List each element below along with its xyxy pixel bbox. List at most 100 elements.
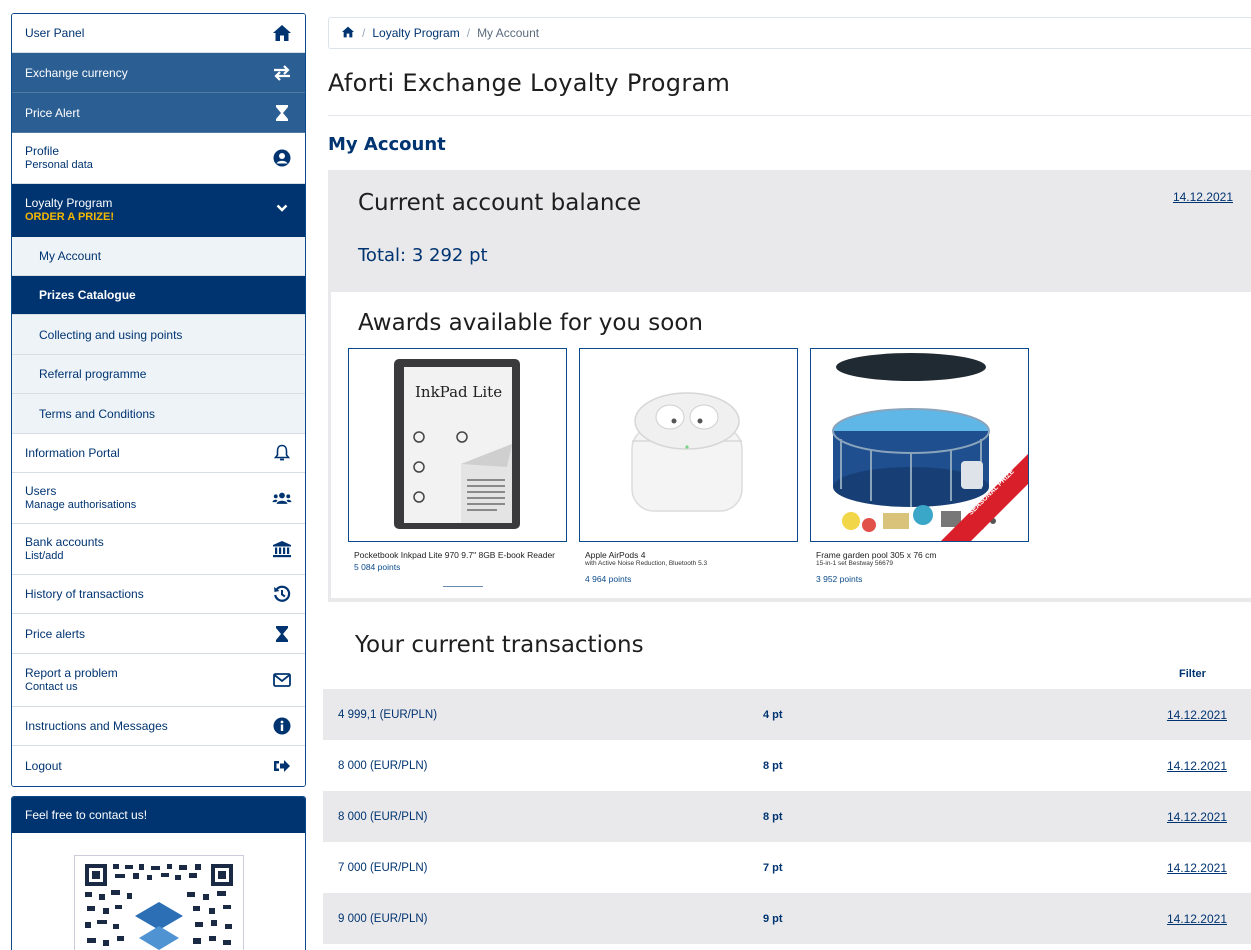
page-title: Aforti Exchange Loyalty Program bbox=[328, 69, 731, 97]
award-image-pool[interactable]: SEASONAL PRIZE bbox=[810, 348, 1029, 542]
award-description: 15-in-1 set Bestway 56679 bbox=[816, 560, 893, 567]
page: User Panel Exchange currency Price Alert… bbox=[0, 0, 1251, 950]
balance-panel: Current account balance 14.12.2021 Total… bbox=[328, 170, 1251, 292]
transactions-table: 4 999,1 (EUR/PLN) 4 pt 14.12.2021 8 000 … bbox=[323, 689, 1251, 944]
balance-title: Current account balance bbox=[358, 190, 642, 216]
transaction-amount: 8 000 (EUR/PLN) bbox=[338, 759, 428, 772]
sidebar-subitem-prizes-catalogue[interactable]: Prizes Catalogue bbox=[12, 276, 305, 315]
sidebar-item-label: Instructions and Messages bbox=[25, 719, 168, 733]
breadcrumb-current: My Account bbox=[477, 26, 540, 40]
table-row: 8 000 (EUR/PLN) 8 pt 14.12.2021 bbox=[323, 791, 1251, 842]
sidebar-item-label: Price Alert bbox=[25, 105, 80, 120]
contact-title: Feel free to contact us! bbox=[12, 797, 305, 833]
sidebar-item-price-alert[interactable]: Price Alert bbox=[12, 93, 305, 133]
sidebar-item-profile[interactable]: Profile Personal data bbox=[12, 133, 305, 184]
award-image-ebook[interactable]: InkPad Lite bbox=[348, 348, 567, 542]
section-title: My Account bbox=[328, 134, 446, 155]
transaction-amount: 7 000 (EUR/PLN) bbox=[338, 861, 428, 874]
history-icon bbox=[272, 584, 292, 604]
transaction-points: 9 pt bbox=[763, 912, 783, 925]
breadcrumb-loyalty-program[interactable]: Loyalty Program bbox=[372, 26, 459, 40]
sidebar-item-label: Collecting and using points bbox=[39, 327, 183, 342]
transaction-date-link[interactable]: 14.12.2021 bbox=[1167, 708, 1227, 722]
order-prize-label: ORDER A PRIZE! bbox=[25, 211, 115, 223]
transaction-points: 8 pt bbox=[763, 759, 783, 772]
transaction-date-link[interactable]: 14.12.2021 bbox=[1167, 810, 1227, 824]
home-icon[interactable] bbox=[341, 26, 355, 41]
users-icon bbox=[272, 488, 292, 508]
sidebar-subitem-collecting-points[interactable]: Collecting and using points bbox=[12, 315, 305, 355]
table-row: 4 999,1 (EUR/PLN) 4 pt 14.12.2021 bbox=[323, 689, 1251, 740]
chevron-down-icon bbox=[272, 198, 292, 218]
main-content: / Loyalty Program / My Account Aforti Ex… bbox=[328, 17, 1251, 155]
hourglass-icon bbox=[272, 624, 292, 644]
award-image-airpods[interactable] bbox=[579, 348, 798, 542]
sidebar-item-label: My Account bbox=[39, 249, 102, 263]
sidebar-item-logout[interactable]: Logout bbox=[12, 746, 305, 786]
user-circle-icon bbox=[272, 148, 292, 168]
balance-date-link[interactable]: 14.12.2021 bbox=[1173, 190, 1233, 204]
sidebar-item-bank-accounts[interactable]: Bank accounts List/add bbox=[12, 524, 305, 575]
sidebar-item-label: Information Portal bbox=[25, 446, 120, 460]
breadcrumb-separator: / bbox=[362, 26, 366, 40]
sidebar-item-history[interactable]: History of transactions bbox=[12, 575, 305, 614]
sidebar-item-label: Logout bbox=[25, 759, 62, 773]
sidebar-item-label: Referral programme bbox=[39, 367, 147, 381]
award-name: Frame garden pool 305 x 76 cm bbox=[816, 550, 937, 560]
bell-icon bbox=[272, 443, 292, 463]
sidebar-item-label: Report a problem bbox=[25, 666, 118, 680]
exchange-icon bbox=[272, 63, 292, 83]
envelope-icon bbox=[272, 670, 292, 690]
sidebar-item-information-portal[interactable]: Information Portal bbox=[12, 434, 305, 473]
breadcrumb-separator: / bbox=[466, 26, 471, 40]
award-description: with Active Noise Reduction, Bluetooth 5… bbox=[585, 560, 708, 567]
qr-code-image[interactable] bbox=[74, 855, 244, 950]
sidebar-item-label: Profile bbox=[25, 144, 60, 158]
transaction-points: 7 pt bbox=[763, 861, 783, 874]
balance-total: Total: 3 292 pt bbox=[358, 245, 488, 266]
sidebar-item-label: Price alerts bbox=[25, 626, 86, 641]
sidebar-item-sublabel: Manage authorisations bbox=[25, 499, 137, 511]
award-name: Pocketbook Inkpad Lite 970 9.7" 8GB E-bo… bbox=[354, 550, 556, 560]
sidebar-item-label: Exchange currency bbox=[25, 65, 128, 80]
table-row: 7 000 (EUR/PLN) 7 pt 14.12.2021 bbox=[323, 842, 1251, 893]
transaction-date-link[interactable]: 14.12.2021 bbox=[1167, 861, 1227, 875]
hourglass-icon bbox=[272, 103, 292, 123]
sidebar-item-label: Terms and Conditions bbox=[39, 406, 156, 421]
sidebar-subitem-terms[interactable]: Terms and Conditions bbox=[12, 394, 305, 434]
sidebar-item-sublabel: Contact us bbox=[25, 681, 78, 693]
transaction-amount: 9 000 (EUR/PLN) bbox=[338, 912, 428, 925]
transaction-points: 8 pt bbox=[763, 810, 783, 823]
sidebar-item-users[interactable]: Users Manage authorisations bbox=[12, 473, 305, 524]
award-points: 4 964 points bbox=[585, 574, 632, 584]
sidebar-item-instructions[interactable]: Instructions and Messages bbox=[12, 707, 305, 746]
award-name: Apple AirPods 4 bbox=[585, 550, 646, 560]
award-card-airpods[interactable]: Apple AirPods 4 with Active Noise Reduct… bbox=[579, 348, 798, 584]
award-image-text: InkPad Lite bbox=[415, 383, 503, 401]
sidebar-item-label: User Panel bbox=[25, 26, 85, 40]
contact-box: Feel free to contact us! bbox=[11, 796, 306, 950]
transaction-date-link[interactable]: 14.12.2021 bbox=[1167, 912, 1227, 926]
sidebar-subitem-my-account[interactable]: My Account bbox=[12, 237, 305, 276]
award-points: 3 952 points bbox=[816, 574, 863, 584]
award-card-pool[interactable]: SEASONAL PRIZE Frame garden pool 305 x 7… bbox=[810, 348, 1029, 584]
sidebar-item-sublabel: List/add bbox=[25, 550, 64, 562]
logout-icon bbox=[272, 756, 292, 776]
sidebar-item-price-alerts[interactable]: Price alerts bbox=[12, 614, 305, 654]
home-icon bbox=[272, 23, 292, 43]
sidebar-item-label: Prizes Catalogue bbox=[39, 288, 136, 302]
sidebar-item-sublabel: Personal data bbox=[25, 159, 93, 171]
breadcrumb: / Loyalty Program / My Account bbox=[328, 17, 1251, 49]
transaction-date-link[interactable]: 14.12.2021 bbox=[1167, 759, 1227, 773]
sidebar-item-loyalty-program[interactable]: Loyalty Program ORDER A PRIZE! bbox=[12, 184, 305, 237]
sidebar: User Panel Exchange currency Price Alert… bbox=[11, 13, 306, 787]
award-card-ebook[interactable]: InkPad Lite Pocketbook Inkpad Lite 970 9… bbox=[348, 348, 567, 587]
sidebar-subitem-referral-programme[interactable]: Referral programme bbox=[12, 355, 305, 394]
transactions-title: Your current transactions bbox=[355, 632, 644, 658]
sidebar-item-label: Loyalty Program bbox=[25, 196, 113, 210]
sidebar-item-exchange-currency[interactable]: Exchange currency bbox=[12, 53, 305, 93]
filter-button[interactable]: Filter bbox=[1179, 668, 1206, 680]
sidebar-item-report-problem[interactable]: Report a problem Contact us bbox=[12, 654, 305, 707]
card-divider bbox=[443, 586, 483, 587]
sidebar-item-user-panel[interactable]: User Panel bbox=[12, 14, 305, 53]
